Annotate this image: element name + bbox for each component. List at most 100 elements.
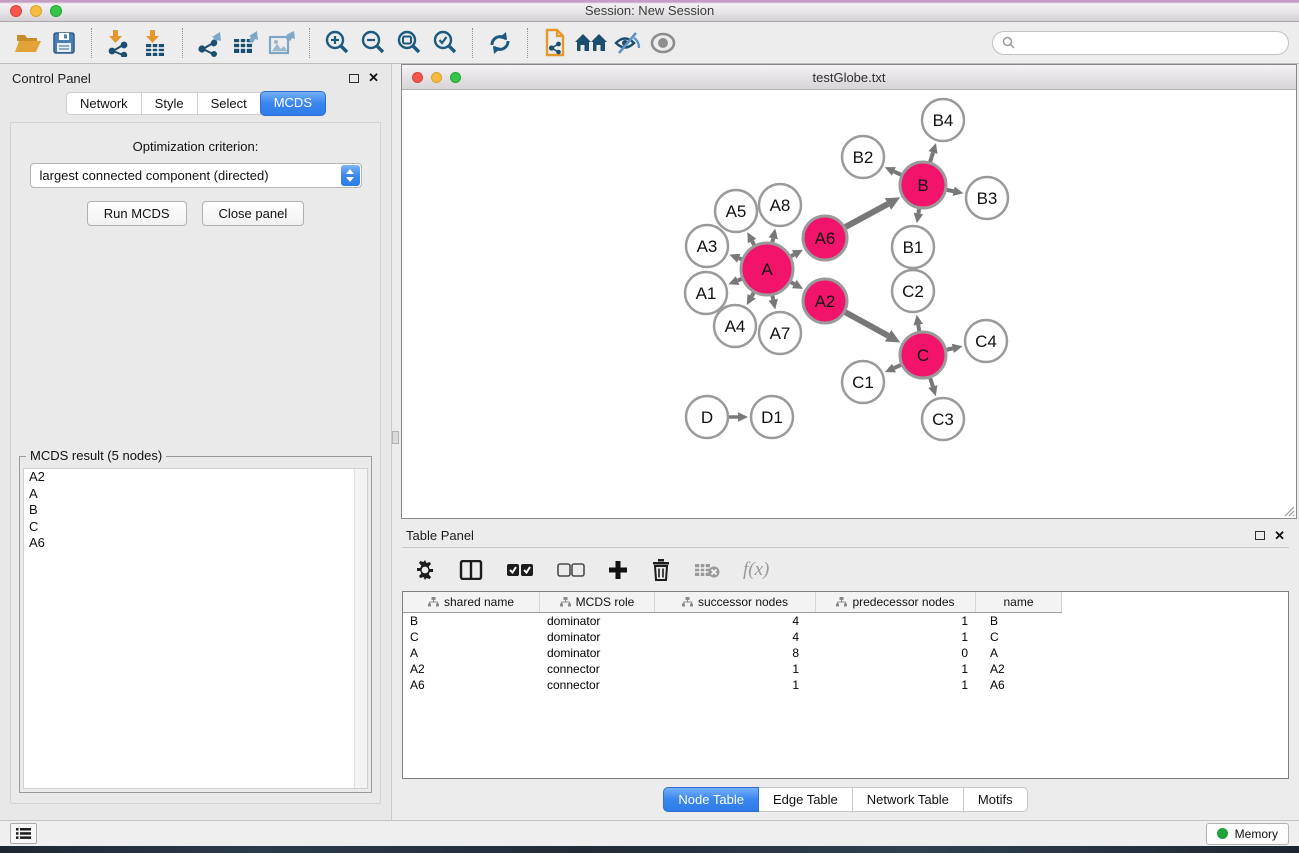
cell-name[interactable]: C: [976, 629, 1062, 645]
column-header-MCDS-role[interactable]: MCDS role: [540, 592, 655, 612]
zoom-fit-icon[interactable]: [391, 26, 427, 60]
refresh-icon[interactable]: [482, 26, 518, 60]
network-close-icon[interactable]: [412, 72, 423, 83]
delete-column-trash-icon[interactable]: [651, 559, 671, 581]
split-divider-handle[interactable]: [392, 431, 399, 444]
network-window-titlebar[interactable]: testGlobe.txt: [402, 65, 1296, 90]
close-window-icon[interactable]: [10, 5, 22, 17]
network-canvas[interactable]: B4B2BB3A5A8A6B1A3AC2A1A2A4A7C4CC1DD1C3: [402, 90, 1296, 518]
cell-successor-nodes[interactable]: 1: [655, 677, 816, 693]
cell-predecessor-nodes[interactable]: 1: [816, 677, 976, 693]
zoom-window-icon[interactable]: [50, 5, 62, 17]
add-column-plus-icon[interactable]: [608, 560, 628, 580]
mcds-result-list[interactable]: A2ABCA6: [23, 468, 368, 789]
hide-graphics-details-icon[interactable]: [609, 26, 645, 60]
table-row[interactable]: Cdominator41C: [403, 629, 1288, 645]
network-graph[interactable]: B4B2BB3A5A8A6B1A3AC2A1A2A4A7C4CC1DD1C3: [402, 90, 1296, 518]
node-table[interactable]: shared nameMCDS rolesuccessor nodesprede…: [402, 591, 1289, 779]
import-table-icon[interactable]: [137, 26, 173, 60]
result-scrollbar[interactable]: [354, 469, 367, 788]
tab-node-table[interactable]: Node Table: [663, 787, 759, 812]
column-header-successor-nodes[interactable]: successor nodes: [655, 592, 816, 612]
split-columns-icon[interactable]: [459, 560, 483, 580]
cell-shared-name[interactable]: A2: [403, 661, 540, 677]
tab-edge-table[interactable]: Edge Table: [759, 787, 853, 812]
cell-name[interactable]: A2: [976, 661, 1062, 677]
column-header-name[interactable]: name: [976, 592, 1062, 612]
resize-grip-icon[interactable]: [1281, 503, 1295, 517]
edge-B-B3[interactable]: [947, 190, 954, 191]
column-header-shared-name[interactable]: shared name: [403, 592, 540, 612]
table-row[interactable]: A2connector11A2: [403, 661, 1288, 677]
tab-network[interactable]: Network: [66, 92, 142, 115]
result-item[interactable]: C: [24, 519, 367, 536]
edge-C-C2[interactable]: [918, 325, 919, 332]
table-options-gear-icon[interactable]: [414, 559, 436, 581]
tab-mcds[interactable]: MCDS: [260, 91, 326, 116]
search-input[interactable]: [1020, 36, 1279, 50]
table-row[interactable]: A6connector11A6: [403, 677, 1288, 693]
cell-successor-nodes[interactable]: 1: [655, 661, 816, 677]
edge-A2-C[interactable]: [845, 312, 888, 336]
edge-A-A6[interactable]: [791, 254, 794, 256]
close-panel-icon[interactable]: ✕: [368, 73, 379, 83]
criterion-select[interactable]: largest connected component (directed): [30, 163, 362, 188]
network-minimize-icon[interactable]: [431, 72, 442, 83]
cell-successor-nodes[interactable]: 8: [655, 645, 816, 661]
tab-style[interactable]: Style: [142, 92, 198, 115]
cell-successor-nodes[interactable]: 4: [655, 629, 816, 645]
cell-MCDS-role[interactable]: dominator: [540, 629, 655, 645]
cell-shared-name[interactable]: B: [403, 613, 540, 629]
tab-motifs[interactable]: Motifs: [964, 787, 1028, 812]
task-history-button[interactable]: [10, 823, 37, 844]
save-session-icon[interactable]: [46, 26, 82, 60]
edge-C-C4[interactable]: [946, 348, 952, 349]
zoom-out-icon[interactable]: [355, 26, 391, 60]
minimize-window-icon[interactable]: [30, 5, 42, 17]
cell-shared-name[interactable]: C: [403, 629, 540, 645]
edge-A-A8[interactable]: [772, 238, 773, 242]
cell-name[interactable]: A: [976, 645, 1062, 661]
cell-MCDS-role[interactable]: connector: [540, 677, 655, 693]
tab-select[interactable]: Select: [198, 92, 261, 115]
show-graphics-details-icon[interactable]: [645, 26, 681, 60]
cell-MCDS-role[interactable]: dominator: [540, 645, 655, 661]
column-header-predecessor-nodes[interactable]: predecessor nodes: [816, 592, 976, 612]
open-session-icon[interactable]: [10, 26, 46, 60]
unselect-all-columns-icon[interactable]: [557, 563, 585, 577]
result-item[interactable]: B: [24, 502, 367, 519]
edge-A6-B[interactable]: [845, 204, 888, 227]
result-item[interactable]: A2: [24, 469, 367, 486]
network-zoom-icon[interactable]: [450, 72, 461, 83]
export-image-icon[interactable]: [264, 26, 300, 60]
close-table-panel-icon[interactable]: ✕: [1274, 531, 1285, 541]
result-item[interactable]: A: [24, 486, 367, 503]
cell-name[interactable]: B: [976, 613, 1062, 629]
float-panel-icon[interactable]: [349, 74, 359, 83]
result-item[interactable]: A6: [24, 535, 367, 552]
cell-shared-name[interactable]: A6: [403, 677, 540, 693]
select-all-columns-icon[interactable]: [506, 563, 534, 577]
edge-A-A4[interactable]: [752, 293, 754, 297]
close-panel-button[interactable]: Close panel: [202, 201, 305, 226]
float-table-panel-icon[interactable]: [1255, 531, 1265, 540]
edge-A-A7[interactable]: [772, 295, 773, 299]
cell-predecessor-nodes[interactable]: 1: [816, 613, 976, 629]
table-row[interactable]: Bdominator41B: [403, 613, 1288, 629]
edge-B-B4[interactable]: [930, 152, 933, 162]
edge-A-A2[interactable]: [791, 282, 795, 284]
cell-shared-name[interactable]: A: [403, 645, 540, 661]
zoom-selected-icon[interactable]: [427, 26, 463, 60]
table-row[interactable]: Adominator80A: [403, 645, 1288, 661]
cell-predecessor-nodes[interactable]: 0: [816, 645, 976, 661]
cell-predecessor-nodes[interactable]: 1: [816, 661, 976, 677]
open-session-file-icon[interactable]: [537, 26, 573, 60]
run-mcds-button[interactable]: Run MCDS: [87, 201, 187, 226]
edge-C-C1[interactable]: [894, 365, 901, 368]
edge-B-B2[interactable]: [894, 171, 901, 174]
edge-A-A5[interactable]: [752, 241, 754, 245]
edge-B-B1[interactable]: [918, 209, 919, 214]
import-network-icon[interactable]: [101, 26, 137, 60]
memory-button[interactable]: Memory: [1206, 823, 1289, 845]
zoom-in-icon[interactable]: [319, 26, 355, 60]
